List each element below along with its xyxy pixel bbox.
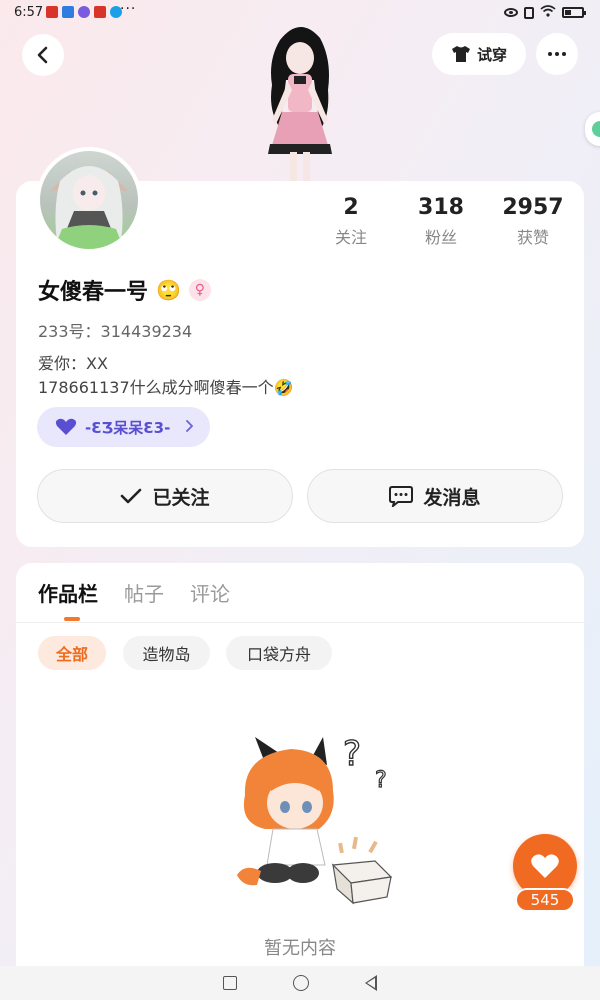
wifi-icon bbox=[540, 5, 556, 20]
more-notifications-icon: ··· bbox=[120, 1, 137, 17]
username-emoji: 🙄 bbox=[156, 278, 181, 302]
more-dot-icon bbox=[555, 52, 559, 56]
username: 女傻春一号 bbox=[38, 280, 149, 305]
status-time: 6:57 bbox=[14, 5, 44, 20]
fan-badge-label: -ƐӠ呆呆Ɛ3- bbox=[85, 418, 171, 437]
back-button[interactable] bbox=[22, 34, 64, 76]
tab-works[interactable]: 作品栏 bbox=[38, 578, 98, 607]
send-message-label: 发消息 bbox=[423, 486, 481, 509]
stat-label: 关注 bbox=[334, 228, 367, 247]
eye-comfort-icon bbox=[504, 8, 518, 17]
vibrate-icon bbox=[524, 6, 534, 19]
active-tab-indicator bbox=[64, 617, 80, 621]
floating-widget[interactable] bbox=[585, 112, 600, 146]
filter-all[interactable]: 全部 bbox=[38, 636, 106, 670]
stat-following[interactable]: 2 关注 bbox=[311, 195, 391, 248]
bio-line: 爱你：XX bbox=[38, 354, 108, 373]
avatar-image bbox=[40, 151, 138, 249]
stat-value: 318 bbox=[418, 195, 464, 220]
female-gender-icon: ♀ bbox=[188, 279, 211, 301]
tab-posts[interactable]: 帖子 bbox=[124, 578, 164, 607]
empty-state-illustration: ? ? bbox=[215, 725, 405, 915]
stat-likes[interactable]: 2957 获赞 bbox=[493, 195, 573, 248]
content-tabs: 作品栏 帖子 评论 bbox=[38, 578, 230, 607]
tab-comments[interactable]: 评论 bbox=[190, 578, 230, 607]
stat-label: 粉丝 bbox=[424, 228, 457, 247]
svg-text:?: ? bbox=[375, 768, 387, 793]
back-triangle-icon[interactable] bbox=[365, 975, 377, 991]
battery-icon bbox=[562, 7, 586, 18]
chevron-left-icon bbox=[37, 46, 48, 64]
home-icon[interactable] bbox=[293, 975, 309, 991]
stat-value: 2 bbox=[343, 195, 359, 220]
stat-label: 获赞 bbox=[516, 228, 549, 247]
followed-label: 已关注 bbox=[152, 486, 210, 509]
username-row: 女傻春一号 🙄 ♀ bbox=[38, 274, 211, 306]
tshirt-icon bbox=[451, 46, 470, 62]
heart-icon bbox=[531, 854, 559, 878]
heart-badge-icon bbox=[55, 418, 77, 435]
like-count: 545 bbox=[515, 888, 575, 912]
followed-button[interactable]: 已关注 bbox=[37, 469, 293, 523]
filter-pocket-ark[interactable]: 口袋方舟 bbox=[226, 636, 332, 670]
empty-state-text: 暂无内容 bbox=[264, 938, 336, 959]
try-on-button[interactable]: 试穿 bbox=[432, 33, 526, 75]
app-notification-icon bbox=[78, 6, 90, 18]
divider bbox=[16, 622, 584, 623]
avatar[interactable] bbox=[36, 147, 142, 253]
app-notification-icon bbox=[46, 6, 58, 18]
stat-followers[interactable]: 318 粉丝 bbox=[401, 195, 481, 248]
check-icon bbox=[121, 488, 142, 504]
bio-line: 178661137什么成分啊傻春一个🤣 bbox=[38, 378, 294, 397]
avatar-figure bbox=[250, 20, 350, 182]
more-dot-icon bbox=[548, 52, 552, 56]
app-notification-icon bbox=[94, 6, 106, 18]
app-notification-icon bbox=[62, 6, 74, 18]
more-dot-icon bbox=[562, 52, 566, 56]
svg-text:?: ? bbox=[343, 734, 361, 774]
chevron-right-icon bbox=[186, 418, 194, 436]
try-on-label: 试穿 bbox=[476, 45, 507, 64]
fan-badge[interactable]: -ƐӠ呆呆Ɛ3- bbox=[37, 407, 210, 447]
notification-icons bbox=[46, 6, 122, 18]
user-id[interactable]: 233号：314439234 bbox=[38, 318, 192, 342]
stat-value: 2957 bbox=[502, 195, 564, 220]
chat-bubble-icon bbox=[389, 486, 414, 507]
more-button[interactable] bbox=[536, 33, 578, 75]
filter-creation-island[interactable]: 造物岛 bbox=[123, 636, 210, 670]
system-navigation-bar bbox=[0, 966, 600, 1000]
send-message-button[interactable]: 发消息 bbox=[307, 469, 563, 523]
recents-icon[interactable] bbox=[223, 976, 237, 990]
